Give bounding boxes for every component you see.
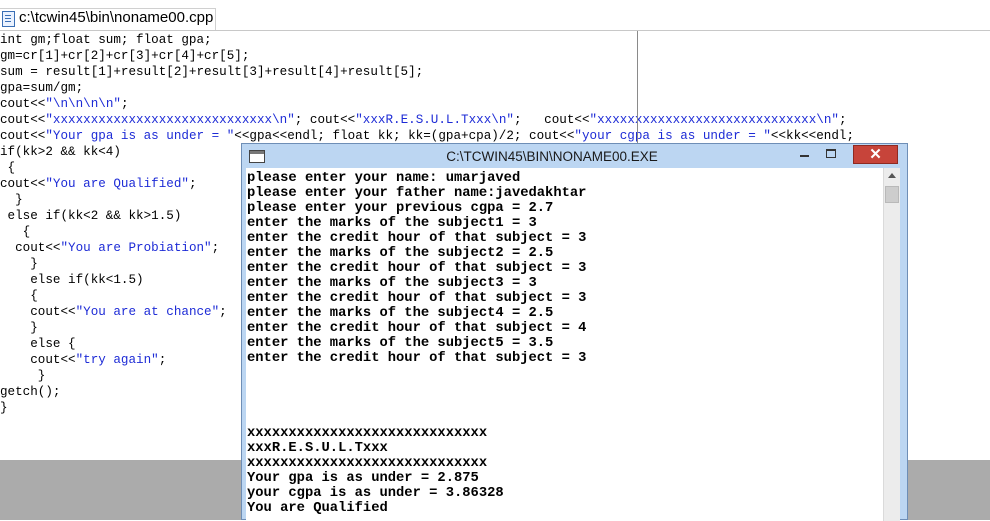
code-token: int gm;float sum; float gpa;: [0, 33, 212, 47]
string-literal: "You are Qualified": [45, 177, 189, 191]
console-output[interactable]: please enter your name: umarjaved please …: [246, 168, 883, 521]
console-line: xxxxxxxxxxxxxxxxxxxxxxxxxxxxx: [247, 456, 488, 471]
code-token: }: [0, 193, 23, 207]
string-literal: "try again": [75, 353, 159, 367]
code-token: cout<<: [0, 177, 46, 191]
console-line: You are Qualified: [247, 501, 388, 516]
code-line: cout<<"You are at chance";: [0, 304, 227, 320]
code-token: }: [0, 369, 46, 383]
code-token: }: [0, 257, 38, 271]
console-line: enter the marks of the subject5 = 3.5: [247, 336, 554, 351]
code-line: else {: [0, 336, 76, 352]
file-icon: [2, 11, 15, 27]
code-token: gpa=sum/gm;: [0, 81, 84, 95]
code-token: cout<<: [0, 97, 46, 111]
vertical-scrollbar[interactable]: [883, 168, 900, 521]
code-token: {: [0, 161, 16, 175]
code-token: ;: [211, 241, 220, 255]
code-line: sum = result[1]+result[2]+result[3]+resu…: [0, 64, 423, 80]
console-line: please enter your father name:javedakhta…: [247, 186, 587, 201]
console-line: enter the credit hour of that subject = …: [247, 261, 587, 276]
console-line: xxxR.E.S.U.L.Txxx: [247, 441, 388, 456]
code-token: else if(kk<1.5): [0, 273, 144, 287]
code-token: ; cout<<: [513, 113, 590, 127]
code-token: }: [0, 321, 38, 335]
code-line: cout<<"\n\n\n\n";: [0, 96, 129, 112]
code-token: ; cout<<: [294, 113, 356, 127]
code-line: }: [0, 192, 23, 208]
string-literal: "xxxR.E.S.U.L.Txxx\n": [355, 113, 514, 127]
code-line: }: [0, 256, 38, 272]
code-token: else if(kk<2 && kk>1.5): [0, 209, 182, 223]
console-line: xxxxxxxxxxxxxxxxxxxxxxxxxxxxx: [247, 426, 488, 441]
code-token: ;: [120, 97, 129, 111]
code-line: {: [0, 288, 38, 304]
code-line: {: [0, 160, 16, 176]
code-line: gm=cr[1]+cr[2]+cr[3]+cr[4]+cr[5];: [0, 48, 249, 64]
console-window[interactable]: C:\TCWIN45\BIN\NONAME00.EXE ✕ please ent…: [241, 143, 908, 521]
string-literal: "\n\n\n\n": [45, 97, 121, 111]
code-token: <<gpa<<endl; float kk; kk=(gpa+cpa)/2; c…: [234, 129, 575, 143]
console-line: enter the marks of the subject2 = 2.5: [247, 246, 554, 261]
code-token: {: [0, 289, 38, 303]
code-token: cout<<: [0, 129, 46, 143]
right-margin-guide: [637, 31, 638, 147]
string-literal: "xxxxxxxxxxxxxxxxxxxxxxxxxxxxx\n": [45, 113, 295, 127]
editor-tab-title[interactable]: c:\tcwin45\bin\noname00.cpp: [19, 9, 213, 26]
code-line: }: [0, 400, 8, 416]
code-line: if(kk>2 && kk<4): [0, 144, 121, 160]
code-line: cout<<"Your gpa is as under = "<<gpa<<en…: [0, 128, 854, 144]
console-title: C:\TCWIN45\BIN\NONAME00.EXE: [446, 149, 658, 164]
console-line: please enter your previous cgpa = 2.7: [247, 201, 554, 216]
console-line: Your gpa is as under = 2.875: [247, 471, 479, 486]
code-token: getch();: [0, 385, 61, 399]
code-line: cout<<"You are Qualified";: [0, 176, 197, 192]
string-literal: "You are at chance": [75, 305, 220, 319]
minimize-icon[interactable]: [791, 144, 817, 164]
console-line: enter the credit hour of that subject = …: [247, 321, 587, 336]
code-token: if(kk>2 && kk<4): [0, 145, 121, 159]
code-token: gm=cr[1]+cr[2]+cr[3]+cr[4]+cr[5];: [0, 49, 250, 63]
code-token: cout<<: [0, 353, 76, 367]
string-literal: "your cgpa is as under = ": [574, 129, 771, 143]
console-line: enter the marks of the subject4 = 2.5: [247, 306, 554, 321]
console-line: enter the marks of the subject3 = 3: [247, 276, 537, 291]
code-token: ;: [838, 113, 847, 127]
maximize-icon[interactable]: [819, 144, 845, 164]
chevron-up-icon[interactable]: [884, 168, 900, 184]
console-line: your cgpa is as under = 3.86328: [247, 486, 504, 501]
code-token: cout<<: [0, 113, 46, 127]
code-token: {: [0, 225, 31, 239]
string-literal: "Your gpa is as under = ": [45, 129, 235, 143]
code-token: ;: [158, 353, 167, 367]
code-token: else {: [0, 337, 76, 351]
code-line: gpa=sum/gm;: [0, 80, 83, 96]
code-token: ;: [219, 305, 227, 319]
code-line: }: [0, 368, 46, 384]
code-line: }: [0, 320, 38, 336]
code-token: ;: [188, 177, 197, 191]
close-icon[interactable]: ✕: [853, 145, 898, 164]
console-line: enter the credit hour of that subject = …: [247, 231, 587, 246]
code-line: getch();: [0, 384, 60, 400]
string-literal: "xxxxxxxxxxxxxxxxxxxxxxxxxxxxx\n": [589, 113, 839, 127]
console-line: enter the credit hour of that subject = …: [247, 351, 587, 366]
code-token: sum = result[1]+result[2]+result[3]+resu…: [0, 65, 424, 79]
code-token: cout<<: [0, 241, 61, 255]
console-line: please enter your name: umarjaved: [247, 171, 521, 186]
code-line: int gm;float sum; float gpa;: [0, 32, 212, 48]
code-line: cout<<"try again";: [0, 352, 166, 368]
code-token: }: [0, 401, 8, 415]
string-literal: "You are Probiation": [60, 241, 212, 255]
code-line: {: [0, 224, 31, 240]
code-token: <<kk<<endl;: [770, 129, 855, 143]
code-line: else if(kk<2 && kk>1.5): [0, 208, 182, 224]
code-token: cout<<: [0, 305, 76, 319]
code-line: cout<<"xxxxxxxxxxxxxxxxxxxxxxxxxxxxx\n";…: [0, 112, 847, 128]
code-line: cout<<"You are Probiation";: [0, 240, 219, 256]
console-line: enter the credit hour of that subject = …: [247, 291, 587, 306]
console-line: enter the marks of the subject1 = 3: [247, 216, 537, 231]
scrollbar-thumb[interactable]: [885, 186, 899, 203]
code-line: else if(kk<1.5): [0, 272, 144, 288]
